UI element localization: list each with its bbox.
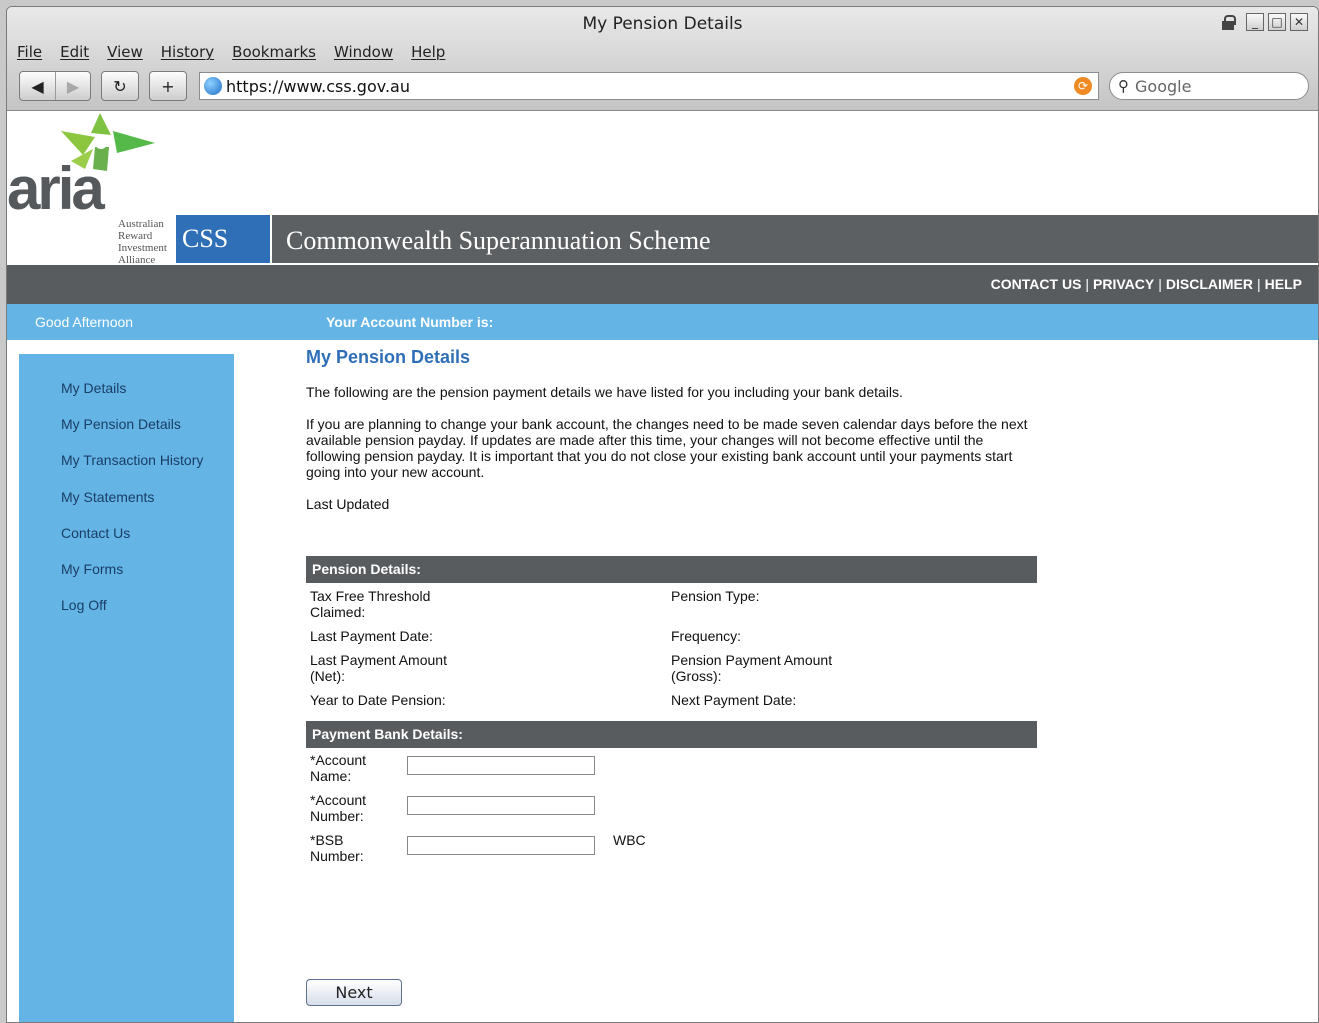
url-text[interactable]: https://www.css.gov.au bbox=[226, 77, 1074, 96]
minimize-button[interactable]: _ bbox=[1246, 13, 1264, 31]
browser-window: My Pension Details _ □ ✕ File Edit View … bbox=[6, 6, 1319, 1023]
back-forward-group: ◀ ▶ bbox=[19, 71, 91, 101]
sidebar-item-log-off[interactable]: Log Off bbox=[19, 597, 234, 633]
year-to-date-pension-label: Year to Date Pension: bbox=[310, 692, 446, 708]
rss-feed-icon[interactable]: ⟳ bbox=[1074, 77, 1092, 95]
sidebar-item-label[interactable]: My Details bbox=[61, 380, 126, 396]
css-badge: CSS bbox=[176, 215, 270, 263]
close-button[interactable]: ✕ bbox=[1290, 13, 1308, 31]
pension-type-label: Pension Type: bbox=[671, 588, 760, 604]
reload-button[interactable]: ↻ bbox=[101, 71, 139, 101]
maximize-button[interactable]: □ bbox=[1268, 13, 1286, 31]
bsb-number-label: *BSB Number: bbox=[310, 832, 364, 864]
web-page: aria Australian Reward Investment Allian… bbox=[7, 111, 1318, 1022]
menu-window[interactable]: Window bbox=[334, 43, 393, 61]
logo-sub-line: Investment bbox=[118, 242, 167, 254]
intro-text: The following are the pension payment de… bbox=[306, 384, 903, 400]
search-box[interactable]: ⚲ Google bbox=[1109, 72, 1309, 100]
last-payment-date-label: Last Payment Date: bbox=[310, 628, 433, 644]
site-globe-icon bbox=[204, 77, 222, 95]
menu-bookmarks[interactable]: Bookmarks bbox=[232, 43, 316, 61]
search-icon[interactable]: ⚲ bbox=[1118, 77, 1129, 95]
sidebar-item-my-details[interactable]: My Details bbox=[19, 380, 234, 416]
top-navigation: CONTACT US | PRIVACY | DISCLAIMER | HELP bbox=[7, 265, 1318, 304]
account-name-input[interactable] bbox=[407, 756, 595, 775]
aria-logo-word: aria bbox=[7, 155, 105, 222]
add-bookmark-button[interactable]: + bbox=[149, 71, 187, 101]
account-number-input[interactable] bbox=[407, 796, 595, 815]
tax-free-threshold-label: Tax Free Threshold Claimed: bbox=[310, 588, 431, 620]
address-bar[interactable]: https://www.css.gov.au ⟳ bbox=[199, 72, 1099, 100]
sidebar-item-contact-us[interactable]: Contact Us bbox=[19, 525, 234, 561]
menu-file[interactable]: File bbox=[17, 43, 42, 61]
sidebar-item-label[interactable]: My Statements bbox=[61, 489, 154, 505]
scheme-title: Commonwealth Superannuation Scheme bbox=[272, 215, 1318, 263]
sidebar-item-my-pension-details[interactable]: My Pension Details bbox=[19, 416, 234, 452]
menu-view[interactable]: View bbox=[107, 43, 143, 61]
frequency-label: Frequency: bbox=[671, 628, 742, 644]
nav-separator: | bbox=[1085, 276, 1090, 292]
menu-history[interactable]: History bbox=[161, 43, 214, 61]
next-payment-date-label: Next Payment Date: bbox=[671, 692, 797, 708]
nav-separator: | bbox=[1257, 276, 1261, 292]
nav-disclaimer[interactable]: DISCLAIMER bbox=[1166, 276, 1253, 292]
navigation-toolbar: ◀ ▶ ↻ + https://www.css.gov.au ⟳ ⚲ Googl… bbox=[19, 71, 1309, 101]
menu-bar: File Edit View History Bookmarks Window … bbox=[17, 43, 445, 61]
aria-logo: aria Australian Reward Investment Allian… bbox=[7, 111, 177, 266]
sidebar-item-label[interactable]: My Transaction History bbox=[61, 452, 203, 468]
lock-icon bbox=[1222, 14, 1236, 30]
next-button[interactable]: Next bbox=[306, 979, 402, 1006]
forward-button[interactable]: ▶ bbox=[54, 72, 90, 100]
nav-contact-us[interactable]: CONTACT US bbox=[991, 276, 1082, 292]
browser-titlebar: My Pension Details _ □ ✕ File Edit View … bbox=[7, 7, 1318, 111]
account-number-label: Your Account Number is: bbox=[326, 314, 494, 330]
page-title: My Pension Details bbox=[306, 347, 471, 367]
pension-details-section: Tax Free Threshold Claimed: Pension Type… bbox=[306, 583, 1037, 721]
search-placeholder[interactable]: Google bbox=[1135, 77, 1191, 96]
sidebar-item-my-statements[interactable]: My Statements bbox=[19, 489, 234, 525]
greeting-bar: Good Afternoon Your Account Number is: bbox=[7, 304, 1318, 340]
bank-change-notice: If you are planning to change your bank … bbox=[306, 416, 1028, 480]
last-updated-label: Last Updated bbox=[306, 496, 390, 512]
bsb-number-input[interactable] bbox=[407, 836, 595, 855]
logo-sub-line: Australian bbox=[118, 218, 164, 230]
back-button[interactable]: ◀ bbox=[20, 72, 55, 100]
sidebar-item-my-forms[interactable]: My Forms bbox=[19, 561, 234, 597]
menu-edit[interactable]: Edit bbox=[60, 43, 89, 61]
nav-privacy[interactable]: PRIVACY bbox=[1093, 276, 1154, 292]
main-content: My Pension Details The following are the… bbox=[306, 347, 1041, 868]
sidebar-item-my-transaction-history[interactable]: My Transaction History bbox=[19, 452, 234, 488]
payment-bank-details-header: Payment Bank Details: bbox=[306, 721, 1037, 748]
sidebar-item-label[interactable]: Log Off bbox=[61, 597, 107, 613]
sidebar-item-label[interactable]: My Pension Details bbox=[61, 416, 181, 432]
sidebar: My Details My Pension Details My Transac… bbox=[19, 354, 234, 1022]
window-title: My Pension Details bbox=[582, 14, 743, 34]
logo-sub-line: Reward bbox=[118, 230, 153, 242]
menu-help[interactable]: Help bbox=[411, 43, 445, 61]
sidebar-item-label[interactable]: My Forms bbox=[61, 561, 123, 577]
account-name-label: *Account Name: bbox=[310, 752, 367, 784]
sidebar-item-label[interactable]: Contact Us bbox=[61, 525, 130, 541]
pension-payment-amount-label: Pension Payment Amount (Gross): bbox=[671, 652, 833, 684]
account-number-label: *Account Number: bbox=[310, 792, 367, 824]
window-controls: _ □ ✕ bbox=[1222, 13, 1308, 31]
nav-separator: | bbox=[1158, 276, 1162, 292]
nav-help[interactable]: HELP bbox=[1265, 276, 1302, 292]
bsb-bank-code: WBC bbox=[613, 832, 646, 848]
payment-bank-details-section: *Account Name: *Account Number: *BSB Num… bbox=[306, 748, 1037, 868]
aria-logo-subtitle: Australian Reward Investment Alliance bbox=[118, 218, 167, 266]
last-payment-amount-label: Last Payment Amount (Net): bbox=[310, 652, 447, 684]
pension-details-header: Pension Details: bbox=[306, 556, 1037, 583]
greeting-text: Good Afternoon bbox=[35, 314, 134, 330]
